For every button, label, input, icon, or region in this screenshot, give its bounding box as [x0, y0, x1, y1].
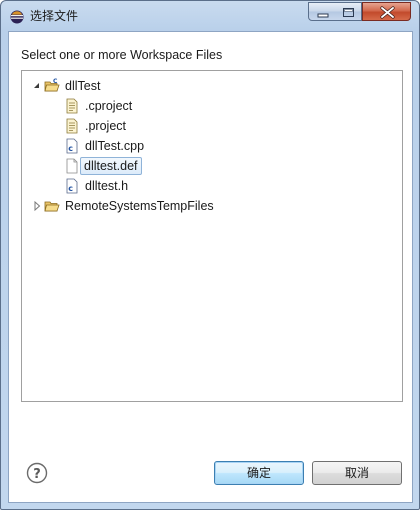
- tree-node-label: dllTest.cpp: [85, 139, 145, 153]
- file-selection-dialog: 选择文件 Select one or more Workspace Files: [0, 0, 420, 510]
- tree-node-label: RemoteSystemsTempFiles: [65, 199, 214, 213]
- tree-node-dlltest-cpp[interactable]: c dllTest.cpp: [32, 137, 392, 155]
- c-header-file-icon: c: [64, 178, 80, 194]
- title-bar[interactable]: 选择文件: [1, 1, 419, 31]
- tree-node-label: .project: [85, 119, 126, 133]
- svg-text:?: ?: [33, 467, 41, 482]
- c-project-folder-icon: C: [44, 78, 60, 94]
- dialog-body: Select one or more Workspace Files C dll…: [8, 31, 413, 503]
- dialog-prompt: Select one or more Workspace Files: [21, 48, 223, 62]
- minimize-button[interactable]: [308, 2, 336, 21]
- ok-button[interactable]: 确定: [214, 461, 304, 485]
- maximize-icon: [343, 8, 354, 17]
- close-icon: [380, 6, 395, 19]
- tree-node-dlltest-def[interactable]: dlltest.def: [32, 157, 392, 175]
- maximize-button[interactable]: [335, 2, 362, 21]
- c-source-file-icon: c: [64, 138, 80, 154]
- svg-text:C: C: [53, 78, 58, 85]
- svg-text:c: c: [68, 144, 73, 153]
- tree-node-cproject[interactable]: .cproject: [32, 97, 392, 115]
- eclipse-icon: [10, 9, 24, 24]
- workspace-file-tree[interactable]: C dllTest .cproject .project c dllTest.c…: [21, 70, 403, 402]
- tree-node-label: dlltest.def: [80, 157, 142, 175]
- file-icon: [64, 118, 80, 134]
- svg-text:c: c: [68, 184, 73, 193]
- cancel-button[interactable]: 取消: [312, 461, 402, 485]
- help-icon: ?: [26, 462, 48, 484]
- plain-file-icon: [64, 158, 80, 174]
- close-button[interactable]: [362, 2, 411, 21]
- folder-icon: [44, 198, 60, 214]
- tree-node-remotesystemstempfiles[interactable]: RemoteSystemsTempFiles: [32, 197, 392, 215]
- tree-node-project[interactable]: .project: [32, 117, 392, 135]
- file-icon: [64, 98, 80, 114]
- expanded-arrow-icon[interactable]: [32, 77, 42, 95]
- window-title: 选择文件: [30, 9, 79, 23]
- tree-node-label: dlltest.h: [85, 179, 129, 193]
- tree-node-label: dllTest: [65, 79, 101, 93]
- tree-node-dlltest-h[interactable]: c dlltest.h: [32, 177, 392, 195]
- minimize-icon: [317, 13, 329, 18]
- help-button[interactable]: ?: [26, 462, 48, 484]
- tree-node-label: .cproject: [85, 99, 133, 113]
- tree-node-dlltest[interactable]: C dllTest: [32, 77, 392, 95]
- collapsed-arrow-icon[interactable]: [32, 197, 42, 215]
